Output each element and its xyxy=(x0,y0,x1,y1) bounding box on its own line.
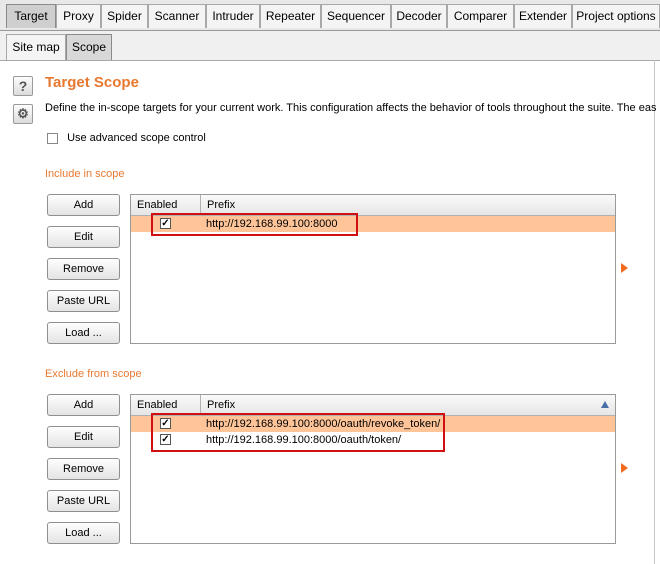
exclude-heading: Exclude from scope xyxy=(45,368,142,380)
include-edit-button[interactable]: Edit xyxy=(47,226,120,248)
tab-intruder[interactable]: Intruder xyxy=(206,4,260,28)
gear-icon[interactable]: ⚙ xyxy=(13,104,33,124)
enabled-checkbox[interactable]: ✓ xyxy=(160,434,171,445)
prefix-cell: http://192.168.99.100:8000/oauth/token/ xyxy=(206,434,402,446)
exclude-paste-url-button[interactable]: Paste URL xyxy=(47,490,120,512)
column-enabled[interactable]: Enabled xyxy=(131,395,201,415)
scrollbar-edge xyxy=(654,60,655,564)
tab-project-options[interactable]: Project options xyxy=(572,4,660,28)
enabled-checkbox[interactable]: ✓ xyxy=(160,418,171,429)
table-row[interactable]: ✓ http://192.168.99.100:8000 xyxy=(131,216,615,232)
include-table-header: Enabled Prefix xyxy=(131,195,615,216)
expand-arrow-icon[interactable] xyxy=(621,463,628,473)
table-row[interactable]: ✓ http://192.168.99.100:8000/oauth/token… xyxy=(131,432,615,448)
exclude-load-button[interactable]: Load ... xyxy=(47,522,120,544)
include-paste-url-button[interactable]: Paste URL xyxy=(47,290,120,312)
exclude-table: Enabled Prefix ✓ http://192.168.99.100:8… xyxy=(130,394,616,544)
column-prefix[interactable]: Prefix xyxy=(201,195,615,215)
expand-arrow-icon[interactable] xyxy=(621,263,628,273)
tab-target[interactable]: Target xyxy=(6,4,56,28)
tab-spider[interactable]: Spider xyxy=(101,4,148,28)
advanced-scope-checkbox[interactable] xyxy=(47,132,58,144)
exclude-edit-button[interactable]: Edit xyxy=(47,426,120,448)
column-prefix[interactable]: Prefix xyxy=(201,395,615,415)
tab-proxy[interactable]: Proxy xyxy=(56,4,101,28)
scope-description: Define the in-scope targets for your cur… xyxy=(45,102,657,114)
tab-extender[interactable]: Extender xyxy=(514,4,572,28)
prefix-cell: http://192.168.99.100:8000 xyxy=(206,218,338,230)
enabled-cell: ✓ xyxy=(131,432,201,448)
tab-site-map[interactable]: Site map xyxy=(6,34,66,60)
table-row[interactable]: ✓ http://192.168.99.100:8000/oauth/revok… xyxy=(131,416,615,432)
target-sub-tab-bar: Site map Scope xyxy=(0,31,660,61)
tab-repeater[interactable]: Repeater xyxy=(260,4,321,28)
sort-ascending-icon[interactable] xyxy=(601,401,609,408)
exclude-add-button[interactable]: Add xyxy=(47,394,120,416)
exclude-remove-button[interactable]: Remove xyxy=(47,458,120,480)
enabled-checkbox[interactable]: ✓ xyxy=(160,218,171,229)
tab-sequencer[interactable]: Sequencer xyxy=(321,4,391,28)
enabled-cell: ✓ xyxy=(131,216,201,232)
include-add-button[interactable]: Add xyxy=(47,194,120,216)
include-remove-button[interactable]: Remove xyxy=(47,258,120,280)
advanced-scope-label: Use advanced scope control xyxy=(67,132,206,145)
enabled-cell: ✓ xyxy=(131,416,201,432)
include-heading: Include in scope xyxy=(45,168,125,180)
question-icon[interactable]: ? xyxy=(13,76,33,96)
tab-comparer[interactable]: Comparer xyxy=(447,4,514,28)
column-enabled[interactable]: Enabled xyxy=(131,195,201,215)
advanced-scope-row[interactable]: Use advanced scope control xyxy=(47,132,206,144)
main-tab-bar: Target Proxy Spider Scanner Intruder Rep… xyxy=(0,0,660,31)
include-load-button[interactable]: Load ... xyxy=(47,322,120,344)
page-title: Target Scope xyxy=(45,74,139,91)
tab-scope[interactable]: Scope xyxy=(66,34,112,60)
tab-scanner[interactable]: Scanner xyxy=(148,4,206,28)
exclude-table-header: Enabled Prefix xyxy=(131,395,615,416)
tab-decoder[interactable]: Decoder xyxy=(391,4,447,28)
include-table: Enabled Prefix ✓ http://192.168.99.100:8… xyxy=(130,194,616,344)
prefix-cell: http://192.168.99.100:8000/oauth/revoke_… xyxy=(206,418,441,430)
